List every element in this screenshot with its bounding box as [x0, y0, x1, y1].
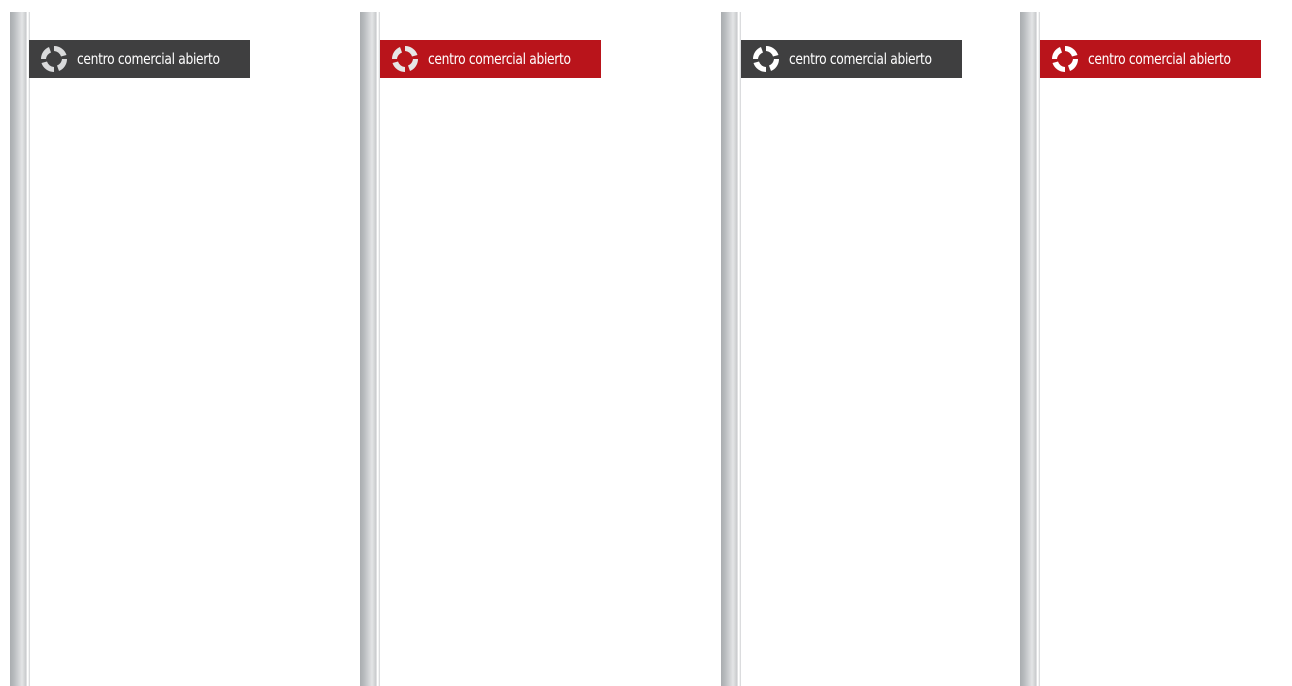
swirl-ring-icon [753, 45, 779, 73]
swirl-ring-icon [392, 45, 418, 73]
swirl-ring-icon [1052, 45, 1078, 73]
pole [10, 12, 30, 686]
banner-panel-1: centro comercial abierto [10, 12, 300, 686]
banner-label: centro comercial abierto [428, 50, 571, 68]
pole [1020, 12, 1040, 686]
banner: centro comercial abierto [1040, 40, 1261, 78]
banner: centro comercial abierto [380, 40, 601, 78]
banner-panel-2: centro comercial abierto [360, 12, 650, 686]
pole [721, 12, 741, 686]
pole [360, 12, 380, 686]
banner: centro comercial abierto [741, 40, 962, 78]
banner-panel-4: centro comercial abierto [1020, 12, 1292, 686]
banner-label: centro comercial abierto [77, 50, 220, 68]
banner-label: centro comercial abierto [1088, 50, 1231, 68]
banner: centro comercial abierto [29, 40, 250, 78]
banner-label: centro comercial abierto [789, 50, 932, 68]
swirl-ring-icon [41, 45, 67, 73]
banner-panel-3: centro comercial abierto [721, 12, 1011, 686]
